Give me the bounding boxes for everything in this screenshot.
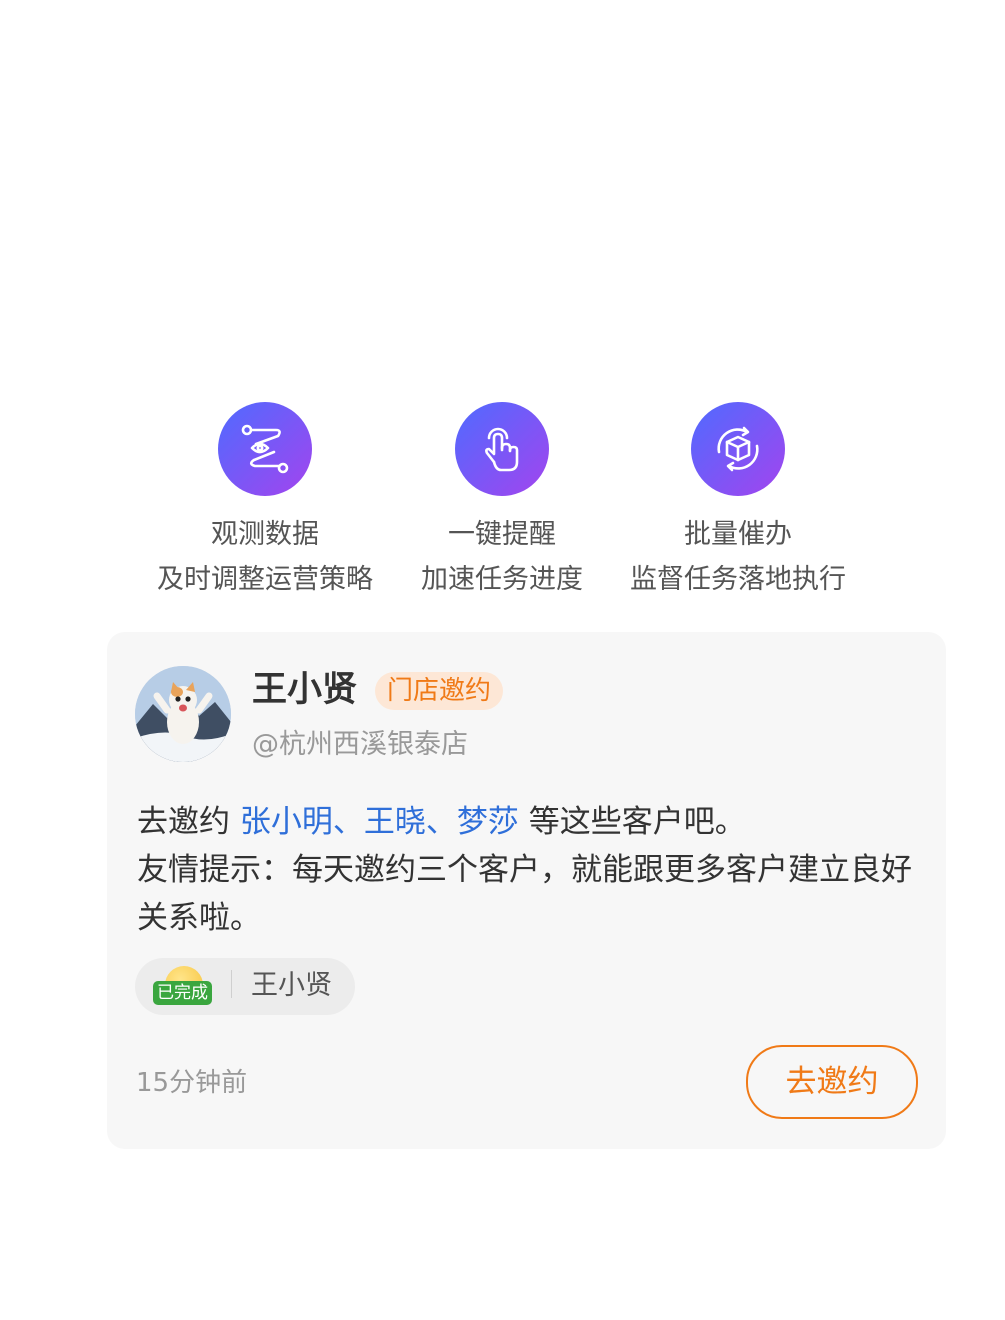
cat-avatar bbox=[135, 666, 231, 762]
completed-by-name: 王小贤 bbox=[251, 970, 332, 1001]
feature-title: 观测数据 bbox=[211, 519, 319, 550]
customer-names-link[interactable]: 张小明、王晓、梦莎 bbox=[240, 804, 519, 840]
data-observe-icon bbox=[218, 402, 312, 496]
task-type-badge: 门店邀约 bbox=[375, 672, 504, 710]
friendly-tip: 友情提示：每天邀约三个客户，就能跟更多客户建立良好关系啦。 bbox=[137, 852, 912, 936]
message-prefix: 去邀约 bbox=[137, 804, 240, 840]
completion-status: 已完成 王小贤 bbox=[135, 958, 355, 1015]
user-name: 王小贤 bbox=[252, 670, 358, 710]
go-invite-button[interactable]: 去邀约 bbox=[746, 1045, 918, 1119]
store-name: @杭州西溪银泰店 bbox=[252, 729, 468, 760]
tap-hand-icon bbox=[455, 402, 549, 496]
feature-description: 加速任务进度 bbox=[421, 564, 583, 595]
feature-title: 一键提醒 bbox=[448, 519, 556, 550]
feature-observe-data[interactable]: 观测数据 及时调整运营策略 bbox=[140, 402, 390, 597]
feature-description: 监督任务落地执行 bbox=[630, 564, 846, 595]
timestamp: 15分钟前 bbox=[136, 1068, 248, 1098]
divider bbox=[231, 970, 232, 998]
message-suffix: 等这些客户吧。 bbox=[518, 804, 746, 840]
feature-batch-urge[interactable]: 批量催办 监督任务落地执行 bbox=[613, 402, 863, 597]
invitation-message: 去邀约 张小明、王晓、梦莎 等这些客户吧。 友情提示：每天邀约三个客户，就能跟更… bbox=[137, 798, 927, 942]
invitation-card: 王小贤 门店邀约 @杭州西溪银泰店 去邀约 张小明、王晓、梦莎 等这些客户吧。 … bbox=[107, 632, 946, 1149]
status-badge: 已完成 bbox=[153, 981, 212, 1005]
feature-one-key-remind[interactable]: 一键提醒 加速任务进度 bbox=[377, 402, 627, 597]
avatar[interactable] bbox=[135, 666, 231, 762]
feature-description: 及时调整运营策略 bbox=[157, 564, 373, 595]
feature-row: 观测数据 及时调整运营策略 一键提醒 加速任务进度 批量催办 监督任务落地执行 bbox=[0, 402, 1005, 612]
feature-title: 批量催办 bbox=[684, 519, 792, 550]
batch-box-icon bbox=[691, 402, 785, 496]
